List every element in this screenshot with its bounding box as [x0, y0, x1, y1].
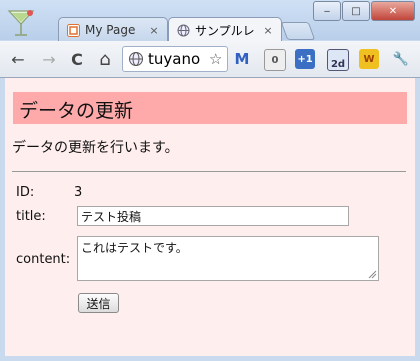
address-bar[interactable]: tuyano ☆	[122, 46, 228, 72]
id-label: ID:	[16, 185, 35, 200]
gmail-icon[interactable]: M	[232, 49, 252, 69]
page-title: データの更新	[19, 100, 134, 122]
minimize-button[interactable]: ‒	[313, 1, 341, 21]
blogger-icon	[66, 23, 80, 37]
reload-button[interactable]: C	[67, 49, 87, 69]
resize-grip-icon[interactable]	[367, 269, 377, 279]
w-extension-icon[interactable]: W	[359, 49, 379, 69]
page-viewport: データの更新 データの更新を行います。 ID: 3 title: content…	[5, 78, 415, 356]
tab-label: サンプルレ	[195, 24, 255, 38]
tab-close-icon[interactable]: ×	[147, 24, 161, 37]
new-tab-button[interactable]	[280, 22, 316, 40]
browser-window: ‒ □ ✕ My Page × サンプルレ × ← → C ⌂ tuyano ☆…	[0, 0, 420, 361]
page-header: データの更新	[13, 92, 407, 124]
close-window-button[interactable]: ✕	[371, 1, 415, 21]
content-label: content:	[16, 252, 71, 267]
tab-close-icon[interactable]: ×	[261, 24, 275, 37]
tab-my-page[interactable]: My Page ×	[58, 17, 168, 42]
tab-label: My Page	[85, 23, 136, 37]
tab-sample[interactable]: サンプルレ ×	[168, 17, 282, 43]
bookmark-star-icon[interactable]: ☆	[209, 50, 227, 68]
home-button[interactable]: ⌂	[95, 49, 115, 70]
plus-one-icon[interactable]: +1	[295, 49, 315, 69]
forward-button[interactable]: →	[39, 49, 59, 69]
globe-icon	[176, 24, 190, 38]
browser-toolbar: ← → C ⌂ tuyano ☆ M 0 +1 2d W 🔧	[0, 41, 420, 78]
title-input[interactable]	[77, 206, 349, 226]
calendar-icon[interactable]: 2d	[327, 49, 349, 71]
divider	[12, 171, 406, 172]
id-value: 3	[74, 185, 83, 200]
back-button[interactable]: ←	[8, 49, 28, 69]
wrench-icon[interactable]: 🔧	[391, 49, 411, 69]
window-controls: ‒ □ ✕	[312, 1, 415, 21]
submit-button[interactable]: 送信	[78, 293, 119, 313]
url-text: tuyano	[148, 50, 201, 68]
globe-icon	[129, 52, 143, 66]
title-bar: ‒ □ ✕ My Page × サンプルレ ×	[0, 0, 420, 43]
title-label: title:	[16, 209, 46, 224]
content-textarea[interactable]: これはテストです。	[77, 236, 379, 281]
cocktail-glass-icon	[7, 10, 35, 36]
counter-extension-icon[interactable]: 0	[264, 49, 286, 71]
maximize-button[interactable]: □	[342, 1, 370, 21]
page-description: データの更新を行います。	[12, 140, 179, 156]
